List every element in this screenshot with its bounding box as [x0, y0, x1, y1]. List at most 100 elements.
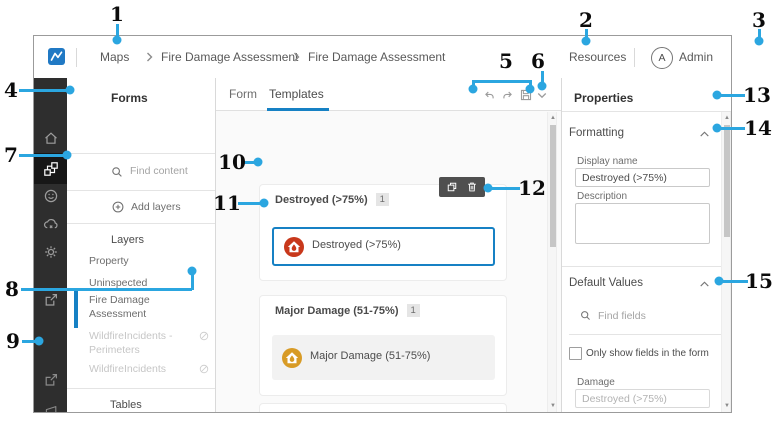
header-divider: [76, 48, 77, 67]
annotation-dot-3: [754, 36, 764, 46]
annotation-number-2: 2: [579, 8, 593, 32]
megaphone-icon: [45, 406, 56, 412]
layer-item-wildfireincidents[interactable]: WildfireIncidents•••: [67, 360, 228, 378]
screenshot-stage: Maps Fire Damage Assessment Fire Damage …: [0, 0, 773, 423]
scroll-up-arrow[interactable]: ▲: [548, 115, 558, 121]
scroll-down-arrow[interactable]: ▼: [722, 403, 731, 409]
find-content-search[interactable]: Find content: [67, 154, 216, 190]
burned-house-icon: [282, 348, 302, 368]
delete-icon[interactable]: [466, 181, 478, 193]
layer-label: WildfireIncidents: [89, 363, 167, 375]
scroll-down-arrow[interactable]: ▼: [548, 403, 558, 409]
layer-label: Property: [89, 255, 129, 267]
template-item-label: Major Damage (51-75%): [310, 350, 431, 362]
sidebar-item-settings-gear[interactable]: [34, 237, 67, 267]
undo-icon[interactable]: [483, 90, 496, 102]
annotation-dot-14: [712, 123, 722, 133]
damage-field-label: Damage: [577, 377, 615, 388]
template-count-badge: 1: [406, 304, 420, 317]
sidebar-item-smiley[interactable]: [34, 181, 67, 211]
templates-editor: Form Templates Destroyed (>75%) 1 Destroye…: [216, 78, 561, 412]
description-textarea[interactable]: [575, 203, 710, 244]
display-name-input[interactable]: [575, 168, 710, 187]
find-fields-search[interactable]: Find fields: [562, 306, 724, 330]
divider: [562, 111, 731, 112]
properties-scrollbar[interactable]: ▲ ▼: [721, 112, 731, 412]
app-header: Maps Fire Damage Assessment Fire Damage …: [34, 36, 731, 79]
chevron-up-icon[interactable]: [699, 130, 710, 138]
template-count-badge: 1: [375, 193, 389, 206]
annotation-number-12: 12: [518, 176, 546, 200]
annotation-number-6: 6: [531, 49, 545, 73]
template-group-card: Major Damage (51-75%) 1 Major Damage (51-7…: [259, 295, 507, 396]
template-item-label: Destroyed (>75%): [312, 239, 401, 251]
annotation-dot-7: [62, 150, 72, 160]
burned-house-icon: [284, 237, 304, 257]
template-group-card: Destroyed (>75%) 1 Destroyed (>75%): [259, 184, 507, 281]
annotation-number-4: 4: [4, 78, 18, 102]
annotation-number-15: 15: [745, 269, 773, 293]
active-tab-underline: [267, 108, 329, 111]
annotation-line-11: [238, 201, 262, 205]
layers-section-header[interactable]: Layers: [111, 234, 144, 246]
sidebar-item-offline-cloud[interactable]: [34, 209, 67, 239]
sidebar-item-megaphone[interactable]: [34, 396, 67, 412]
annotation-line-13: [720, 93, 745, 97]
template-item[interactable]: Major Damage (51-75%): [272, 335, 495, 380]
avatar[interactable]: A: [651, 47, 673, 69]
template-item-selected[interactable]: Destroyed (>75%): [272, 227, 495, 266]
user-menu[interactable]: Admin: [679, 36, 713, 78]
app-window: Maps Fire Damage Assessment Fire Damage …: [33, 35, 732, 413]
annotation-line-8: [21, 287, 192, 291]
tab-templates[interactable]: Templates: [269, 78, 324, 111]
chevron-down-icon[interactable]: [537, 92, 547, 100]
damage-field-input[interactable]: [575, 389, 710, 408]
find-content-placeholder: Find content: [130, 165, 188, 177]
sidebar-item-external-link[interactable]: [34, 365, 67, 395]
chevron-up-icon[interactable]: [699, 280, 710, 288]
template-symbol: [284, 237, 304, 257]
tab-form[interactable]: Form: [229, 78, 257, 111]
annotation-number-3: 3: [752, 8, 766, 32]
annotation-dot-15: [714, 276, 724, 286]
scroll-up-arrow[interactable]: ▲: [722, 115, 731, 121]
sidebar-item-forms[interactable]: [34, 153, 67, 184]
add-layers-button[interactable]: Add layers: [67, 191, 216, 223]
annotation-dot-2: [581, 36, 591, 46]
annotation-dot-5: [468, 84, 478, 94]
annotation-number-8: 8: [5, 277, 19, 301]
breadcrumb-map-name[interactable]: Fire Damage Assessment: [161, 36, 298, 78]
field-maps-logo[interactable]: [48, 48, 65, 65]
add-circle-icon: [112, 201, 124, 213]
divider: [562, 266, 724, 267]
layer-item-wildfireincidents-perimeters[interactable]: WildfireIncidents -Perimeters•••: [67, 327, 228, 359]
only-show-fields-label: Only show fields in the form: [586, 348, 709, 359]
only-show-fields-checkbox[interactable]: [569, 347, 582, 360]
visibility-disabled-icon: [199, 331, 209, 341]
breadcrumb-chevron-icon: [294, 52, 300, 62]
search-icon: [581, 311, 590, 320]
templates-scrollbar[interactable]: ▲ ▼: [547, 112, 557, 412]
annotation-number-10: 10: [218, 150, 246, 174]
annotation-line-8: [190, 273, 194, 290]
resources-link[interactable]: Resources: [569, 36, 626, 78]
breadcrumb-form-name: Fire Damage Assessment: [308, 50, 446, 64]
layer-item-fire-damage-assessment[interactable]: Fire DamageAssessment•••: [67, 291, 228, 328]
add-layers-label: Add layers: [131, 201, 181, 213]
header-divider: [634, 48, 635, 67]
duplicate-icon[interactable]: [446, 181, 458, 193]
annotation-dot-9: [34, 336, 44, 346]
formatting-section-header[interactable]: Formatting: [569, 127, 624, 139]
tables-section-header[interactable]: Tables: [110, 399, 142, 411]
annotation-line-4: [19, 88, 68, 92]
field-maps-logo-glyph: [50, 51, 63, 61]
annotation-number-11: 11: [213, 191, 241, 215]
layer-label: Fire Damage: [89, 294, 150, 306]
scrollbar-thumb[interactable]: [723, 125, 730, 237]
sidebar-item-home[interactable]: [34, 123, 67, 153]
annotation-dot-12: [483, 183, 493, 193]
default-values-section-header[interactable]: Default Values: [569, 277, 643, 289]
scrollbar-thumb[interactable]: [549, 125, 556, 247]
redo-icon[interactable]: [501, 90, 514, 102]
find-fields-placeholder: Find fields: [598, 310, 646, 322]
